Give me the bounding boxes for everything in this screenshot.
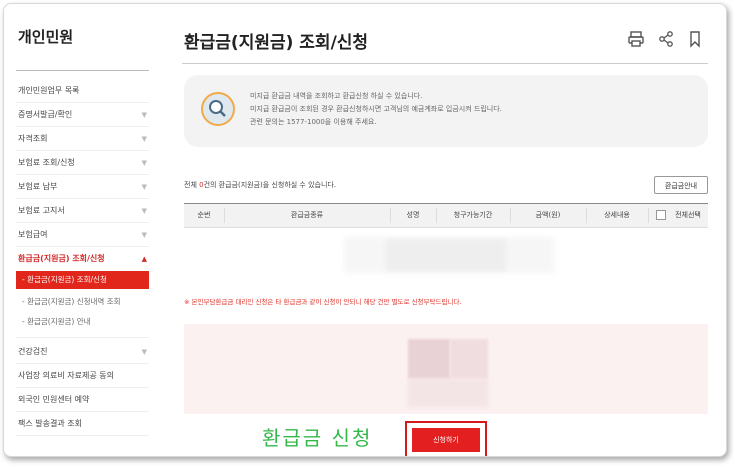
sidebar-item-medical-consent[interactable]: 사업장 의료비 자료제공 동의 [16, 364, 149, 388]
divider [182, 63, 708, 64]
blurred-region [408, 339, 450, 379]
highlight-box: 신청하기 [405, 421, 487, 456]
info-line: 미지급 환급금이 조회된 경우 환급신청하시면 고객님의 예금계좌로 입금시켜 … [250, 105, 502, 113]
notice-text: ※ 본인부담환급금 대리인 신청은 타 환급금과 같이 신청이 안되니 해당 건… [184, 298, 462, 306]
count-text: 전체 0건의 환급금(지원금)을 신청하실 수 있습니다. [184, 180, 336, 190]
sidebar-item-label: 자격조회 [18, 134, 48, 143]
sidebar-item-label: 보험료 고지서 [18, 206, 65, 215]
column-header: 성명 [406, 211, 420, 219]
chevron-down-icon: ▼ [141, 111, 147, 119]
print-icon[interactable] [626, 29, 646, 49]
page-title: 환급금(지원금) 조회/신청 [184, 33, 369, 53]
sidebar-item-label: 보험급여 [18, 230, 48, 239]
sidebar-item-label: 증명서발급/확인 [18, 110, 73, 119]
chevron-down-icon: ▼ [141, 135, 147, 143]
sidebar-item-label: 건강검진 [18, 347, 48, 356]
info-text: 미지급 환급금 내역을 조회하고 환급신청 하실 수 있습니다. 미지급 환급금… [250, 90, 502, 129]
sidebar-item-premium-bill[interactable]: 보험료 고지서 ▼ [16, 199, 149, 223]
sidebar-item-label: 보험료 납부 [18, 182, 58, 191]
sidebar-item-label: 외국인 민원센터 예약 [18, 395, 90, 404]
info-line: 관련 문의는 1577-1000을 이용해 주세요. [250, 118, 377, 126]
sidebar-subitem-refund-inquiry[interactable]: - 환급금(지원금) 조회/신청 [16, 271, 149, 289]
chevron-down-icon: ▼ [141, 183, 147, 191]
sidebar-item-benefits[interactable]: 보험급여 ▼ [16, 223, 149, 247]
chevron-up-icon: ▲ [141, 255, 147, 263]
count-suffix: 건의 환급금(지원금)을 신청하실 수 있습니다. [203, 181, 337, 189]
sidebar-item-label: 사업장 의료비 자료제공 동의 [18, 371, 114, 380]
sidebar-subitem-refund-guide[interactable]: - 환급금(지원금) 안내 [22, 313, 91, 331]
table-header: 순번 환급금종류 성명 청구가능기간 금액(원) 상세내용 전체선택 [184, 203, 708, 228]
column-header: 청구가능기간 [453, 211, 493, 219]
magnifier-icon [201, 92, 235, 126]
share-icon[interactable] [656, 29, 676, 49]
sidebar-item-foreigner-reservation[interactable]: 외국인 민원센터 예약 [16, 388, 149, 412]
sidebar-subitem-refund-history[interactable]: - 환급금(지원금) 신청내역 조회 [22, 293, 121, 311]
sidebar-item-refund[interactable]: 환급금(지원금) 조회/신청 ▲ [16, 247, 149, 271]
count-prefix: 전체 [184, 181, 200, 189]
sidebar-item-fax-result[interactable]: 팩스 발송결과 조회 [16, 412, 149, 436]
sidebar-item-label: 보험료 조회/신청 [18, 158, 75, 167]
annotation-label: 환급금 신청 [262, 426, 373, 450]
sidebar-item-list[interactable]: 개인민원업무 목록 [16, 79, 149, 103]
divider [648, 208, 649, 223]
sidebar-item-label: 환급금(지원금) 조회/신청 [18, 254, 105, 263]
sidebar-item-certificate[interactable]: 증명서발급/확인 ▼ [16, 103, 149, 127]
info-line: 미지급 환급금 내역을 조회하고 환급신청 하실 수 있습니다. [250, 92, 423, 100]
sidebar-item-premium-inquiry[interactable]: 보험료 조회/신청 ▼ [16, 151, 149, 175]
window-frame: 개인민원 개인민원업무 목록 증명서발급/확인 ▼ 자격조회 ▼ 보험료 조회/… [3, 3, 727, 457]
sidebar-title: 개인민원 [18, 28, 74, 46]
column-header: 금액(원) [535, 211, 561, 219]
divider [16, 337, 149, 338]
sidebar-item-eligibility[interactable]: 자격조회 ▼ [16, 127, 149, 151]
column-header: 전체선택 [675, 211, 701, 219]
refund-guide-button[interactable]: 환급금안내 [654, 176, 708, 194]
chevron-down-icon: ▼ [141, 231, 147, 239]
main-content: 환급금(지원금) 조회/신청 미지급 환급금 내역을 조회하고 환급신청 하실 … [164, 4, 724, 456]
sidebar-item-label: 개인민원업무 목록 [18, 86, 80, 95]
column-header: 상세내용 [604, 211, 630, 219]
bookmark-icon[interactable] [685, 29, 705, 49]
sidebar: 개인민원 개인민원업무 목록 증명서발급/확인 ▼ 자격조회 ▼ 보험료 조회/… [4, 4, 152, 456]
sidebar-item-label: 팩스 발송결과 조회 [18, 419, 82, 428]
sidebar-item-premium-payment[interactable]: 보험료 납부 ▼ [16, 175, 149, 199]
blurred-region [386, 239, 506, 271]
info-box: 미지급 환급금 내역을 조회하고 환급신청 하실 수 있습니다. 미지급 환급금… [184, 75, 708, 147]
result-area [184, 324, 708, 414]
blurred-region [450, 339, 488, 379]
column-header: 환급금종류 [290, 211, 324, 219]
blurred-region [408, 379, 488, 407]
chevron-down-icon: ▼ [141, 159, 147, 167]
select-all-checkbox[interactable] [656, 210, 666, 220]
chevron-down-icon: ▼ [141, 207, 147, 215]
chevron-down-icon: ▼ [141, 348, 147, 356]
sidebar-item-checkup[interactable]: 건강검진 ▼ [16, 340, 149, 364]
divider [16, 70, 149, 71]
column-header: 순번 [197, 211, 211, 219]
apply-button[interactable]: 신청하기 [412, 428, 480, 452]
